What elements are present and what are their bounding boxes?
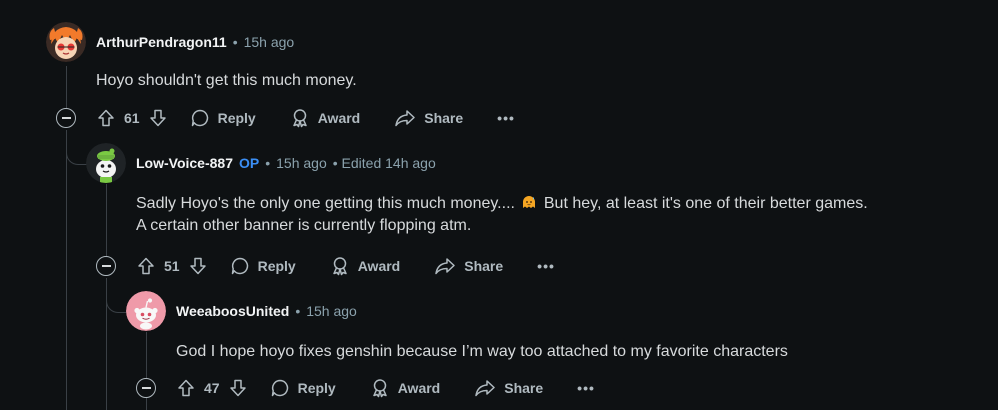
reply-icon <box>231 257 248 275</box>
comment-thread: ArthurPendragon11 • 15h ago Hoyo shouldn… <box>0 0 998 410</box>
thread-line-3[interactable] <box>146 332 147 378</box>
minus-circle-icon <box>61 117 71 119</box>
user-avatar-icon <box>126 291 166 331</box>
meta-separator: • <box>232 34 238 50</box>
meta-separator: • <box>265 155 271 171</box>
award-icon <box>292 109 307 128</box>
downvote-icon[interactable] <box>188 256 208 276</box>
comment-text: Sadly Hoyo's the only one getting this m… <box>136 195 515 212</box>
award-label: Award <box>357 258 401 274</box>
share-icon <box>395 110 415 127</box>
downvote-icon[interactable] <box>228 378 248 398</box>
comment-actions: 51 Reply Award Share ••• <box>136 250 555 282</box>
comment-body: God I hope hoyo fixes genshin because I’… <box>176 341 788 363</box>
award-icon <box>332 257 347 276</box>
comment-line: Sadly Hoyo's the only one getting this m… <box>136 193 976 215</box>
comment-meta: WeeaboosUnited • 15h ago <box>176 303 357 319</box>
comment-actions: 61 Reply Award Share ••• <box>96 102 515 134</box>
upvote-icon[interactable] <box>136 256 156 276</box>
vote-count: 51 <box>164 258 180 274</box>
thread-line-3b[interactable] <box>146 398 147 410</box>
reply-label: Reply <box>217 110 256 126</box>
award-label: Award <box>397 380 441 396</box>
share-icon <box>475 380 495 397</box>
avatar[interactable] <box>126 291 166 331</box>
reply-label: Reply <box>257 258 296 274</box>
reply-icon <box>191 109 208 127</box>
author-name[interactable]: Low-Voice-887 <box>136 155 233 171</box>
comment-body: Sadly Hoyo's the only one getting this m… <box>136 193 976 237</box>
award-icon <box>372 379 387 398</box>
op-badge: OP <box>239 155 260 171</box>
collapse-button[interactable] <box>96 256 116 276</box>
vote-group: 51 <box>136 256 208 276</box>
share-icon <box>435 258 455 275</box>
thread-line-1b[interactable] <box>66 130 67 410</box>
award-label: Award <box>317 110 361 126</box>
reply-button[interactable]: Reply <box>230 256 296 276</box>
comment-meta: Low-Voice-887 OP • 15h ago • Edited 14h … <box>136 155 436 171</box>
share-button[interactable]: Share <box>474 378 543 398</box>
award-button[interactable]: Award <box>370 378 441 398</box>
avatar[interactable] <box>86 143 126 183</box>
reply-icon <box>271 379 288 397</box>
reply-label: Reply <box>297 380 336 396</box>
upvote-icon[interactable] <box>176 378 196 398</box>
reply-button[interactable]: Reply <box>190 108 256 128</box>
thread-line-1[interactable] <box>66 66 67 108</box>
avatar[interactable] <box>46 22 86 62</box>
share-button[interactable]: Share <box>434 256 503 276</box>
share-label: Share <box>424 110 464 126</box>
more-options-button[interactable]: ••• <box>537 258 555 274</box>
timestamp[interactable]: 15h ago <box>306 303 357 319</box>
reply-button[interactable]: Reply <box>270 378 336 398</box>
vote-count: 61 <box>124 110 140 126</box>
upvote-icon[interactable] <box>96 108 116 128</box>
share-label: Share <box>504 380 544 396</box>
comment-text: Hoyo shouldn't get this much money. <box>96 72 357 89</box>
award-button[interactable]: Award <box>330 256 401 276</box>
thread-line-2[interactable] <box>106 184 107 256</box>
collapse-button[interactable] <box>56 108 76 128</box>
vote-count: 47 <box>204 380 220 396</box>
collapse-button[interactable] <box>136 378 156 398</box>
vote-group: 47 <box>176 378 248 398</box>
more-options-button[interactable]: ••• <box>497 110 515 126</box>
user-avatar-icon <box>46 22 86 62</box>
timestamp[interactable]: 15h ago <box>276 155 327 171</box>
vote-group: 61 <box>96 108 168 128</box>
comment-line: A certain other banner is currently flop… <box>136 217 472 234</box>
user-avatar-icon <box>86 143 126 183</box>
share-label: Share <box>464 258 504 274</box>
comment-actions: 47 Reply Award Share ••• <box>176 372 595 404</box>
downvote-icon[interactable] <box>148 108 168 128</box>
sweat-smile-emoji-icon <box>523 196 536 208</box>
author-name[interactable]: ArthurPendragon11 <box>96 34 227 50</box>
comment-text: God I hope hoyo fixes genshin because I’… <box>176 343 788 360</box>
comment-body: Hoyo shouldn't get this much money. <box>96 70 357 92</box>
meta-separator: • <box>295 303 301 319</box>
author-name[interactable]: WeeaboosUnited <box>176 303 289 319</box>
more-options-button[interactable]: ••• <box>577 380 595 396</box>
timestamp[interactable]: 15h ago <box>244 34 295 50</box>
edited-label: • Edited 14h ago <box>332 155 436 171</box>
thread-branch-2 <box>106 278 127 313</box>
minus-circle-icon <box>141 387 151 389</box>
minus-circle-icon <box>101 265 111 267</box>
comment-text: But hey, at least it's one of their bett… <box>543 195 868 212</box>
award-button[interactable]: Award <box>290 108 361 128</box>
share-button[interactable]: Share <box>394 108 463 128</box>
comment-meta: ArthurPendragon11 • 15h ago <box>96 34 294 50</box>
